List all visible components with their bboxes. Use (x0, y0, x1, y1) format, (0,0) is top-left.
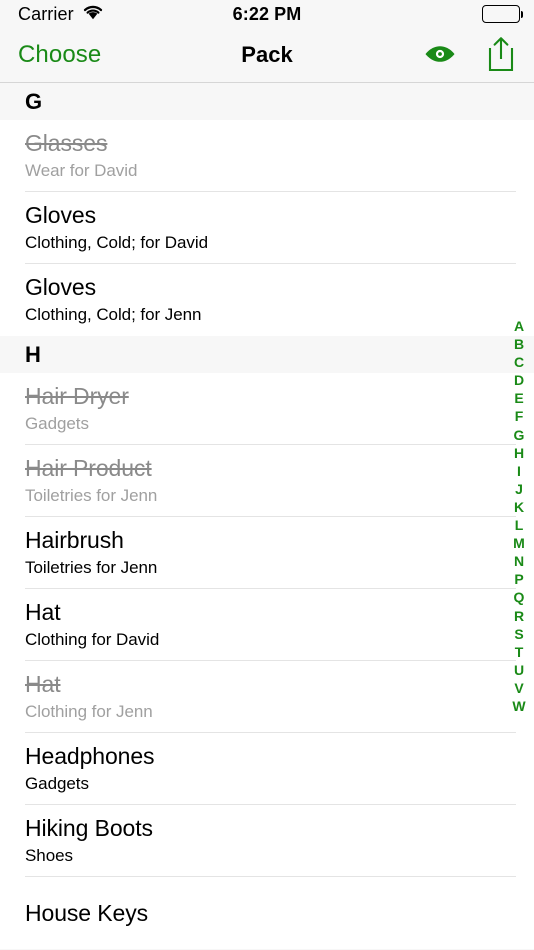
index-letter-t[interactable]: T (507, 643, 531, 661)
list-item-subtitle: Toiletries for Jenn (25, 486, 158, 506)
list-item-subtitle: Toiletries for Jenn (25, 558, 158, 578)
index-letter-k[interactable]: K (507, 498, 531, 516)
index-letter-b[interactable]: B (507, 335, 531, 353)
list-item[interactable]: Hiking Boots Shoes (0, 805, 534, 877)
list-item-subtitle: Gadgets (25, 414, 89, 434)
list-item-title: Gloves (25, 274, 96, 300)
index-letter-i[interactable]: I (507, 462, 531, 480)
index-letter-a[interactable]: A (507, 317, 531, 335)
item-list[interactable]: G Glasses Wear for David Gloves Clothing, Co… (0, 83, 534, 950)
share-icon (486, 35, 516, 76)
list-item-subtitle: Clothing for Jenn (25, 702, 153, 722)
index-letter-j[interactable]: J (507, 480, 531, 498)
index-letter-l[interactable]: L (507, 516, 531, 534)
section-header: H (0, 336, 534, 373)
index-letter-e[interactable]: E (507, 389, 531, 407)
list-item-title: Hat (25, 671, 61, 697)
list-item-subtitle: Shoes (25, 846, 73, 866)
list-item-subtitle: Clothing, Cold; for David (25, 233, 209, 253)
list-item[interactable]: House Keys (0, 877, 534, 949)
list-item[interactable]: Hat Clothing for David (0, 589, 534, 661)
list-item[interactable]: Hat Clothing for Jenn (0, 661, 534, 733)
list-item-title: Hair Product (25, 455, 152, 481)
status-bar: Carrier 6:22 PM (0, 0, 534, 28)
list-item-title: Hat (25, 599, 61, 625)
list-item[interactable]: Hair Dryer Gadgets (0, 373, 534, 445)
list-item-title: Headphones (25, 743, 155, 769)
index-letter-q[interactable]: Q (507, 588, 531, 606)
list-item-title: Hiking Boots (25, 815, 153, 841)
list-item-subtitle: Gadgets (25, 774, 89, 794)
list-item-title: Hair Dryer (25, 383, 129, 409)
section-header: G (0, 83, 534, 120)
index-letter-c[interactable]: C (507, 353, 531, 371)
list-body: G Glasses Wear for David Gloves Clothing, Co… (0, 83, 534, 950)
eye-icon (424, 43, 456, 68)
index-letter-f[interactable]: F (507, 407, 531, 425)
status-bar-right (482, 5, 524, 23)
list-item[interactable]: Gloves Clothing, Cold; for David (0, 192, 534, 264)
index-letter-w[interactable]: W (507, 697, 531, 715)
list-item[interactable]: Glasses Wear for David (0, 120, 534, 192)
index-letter-p[interactable]: P (507, 570, 531, 588)
wifi-icon (82, 4, 104, 25)
index-letter-u[interactable]: U (507, 661, 531, 679)
index-letter-h[interactable]: H (507, 444, 531, 462)
index-letter-s[interactable]: S (507, 625, 531, 643)
list-item-title: House Keys (25, 899, 149, 926)
index-letter-v[interactable]: V (507, 679, 531, 697)
list-item-title: Gloves (25, 202, 96, 228)
navigation-bar: Choose Pack (0, 28, 534, 83)
list-item-subtitle: Clothing, Cold; for Jenn (25, 305, 202, 325)
list-item[interactable]: Hairbrush Toiletries for Jenn (0, 517, 534, 589)
list-item-title: Glasses (25, 130, 108, 156)
index-letter-r[interactable]: R (507, 607, 531, 625)
carrier-label: Carrier (18, 3, 74, 24)
list-item[interactable]: Headphones Gadgets (0, 733, 534, 805)
index-letter-d[interactable]: D (507, 371, 531, 389)
list-item[interactable]: Hair Product Toiletries for Jenn (0, 445, 534, 517)
battery-full-icon (482, 5, 524, 23)
back-button-choose[interactable]: Choose (18, 41, 101, 69)
section-index-bar[interactable]: ABCDEFGHIJKLMNPQRSTUVW (507, 317, 531, 715)
index-letter-n[interactable]: N (507, 552, 531, 570)
status-bar-left: Carrier (18, 4, 104, 25)
list-item[interactable]: Gloves Clothing, Cold; for Jenn (0, 264, 534, 336)
index-letter-g[interactable]: G (507, 426, 531, 444)
index-letter-m[interactable]: M (507, 534, 531, 552)
share-button[interactable] (486, 35, 516, 76)
list-item-subtitle: Wear for David (25, 161, 138, 181)
list-item-subtitle: Clothing for David (25, 630, 160, 650)
nav-actions (424, 35, 516, 76)
toggle-visibility-button[interactable] (424, 43, 456, 68)
list-item-title: Hairbrush (25, 527, 124, 553)
